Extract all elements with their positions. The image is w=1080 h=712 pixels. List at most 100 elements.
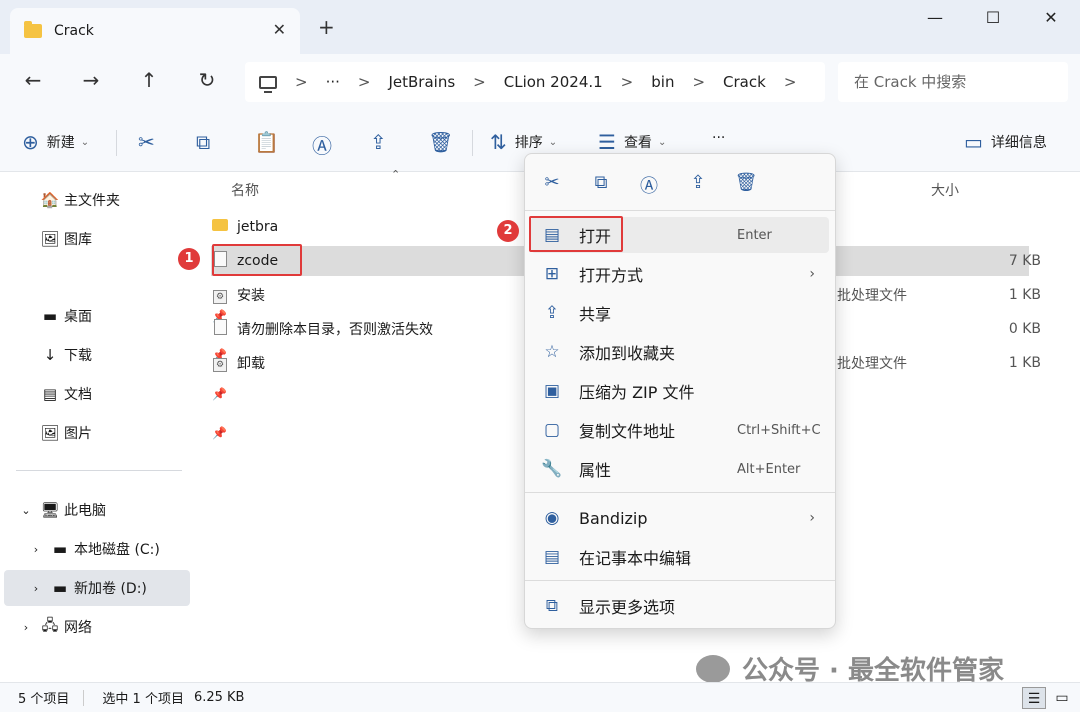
sidebar-item-label: 新加卷 (D:) [74,581,147,597]
desktop-icon: ▬ [42,307,58,325]
wrench-icon: 🔧 [541,459,563,479]
column-header-name[interactable]: 名称 [231,180,259,200]
cut-button[interactable]: ✂ [138,130,155,154]
chevron-right-icon: › [809,510,815,526]
close-button[interactable]: ✕ [1036,8,1066,27]
breadcrumb-bin[interactable]: bin [651,73,674,91]
sort-up-icon: ⌃ [391,168,401,181]
menu-item-bandizip[interactable]: ◉ Bandizip › [531,500,829,536]
menu-item-share[interactable]: ⇪ 共享 [531,295,829,331]
file-icon [211,319,229,339]
zip-icon: ▣ [543,381,561,401]
tiles-view-icon[interactable]: ▭ [1050,687,1074,709]
breadcrumb-jetbrains[interactable]: JetBrains [388,73,455,91]
highlight-box-open [529,216,623,252]
star-icon: ☆ [544,342,560,362]
search-input[interactable]: 在 Crack 中搜索 [838,62,1068,102]
tab-title: Crack [54,23,94,39]
divider [525,580,835,581]
menu-item-open-with[interactable]: ⊞ 打开方式 › [531,256,829,292]
breadcrumb-more[interactable]: ··· [326,73,340,91]
maximize-button[interactable]: ☐ [978,8,1008,27]
computer-icon: 🖥 [40,501,60,519]
breadcrumb-crack[interactable]: Crack [723,73,766,91]
file-name: jetbra [237,219,279,235]
menu-item-label: Bandizip [579,508,648,528]
trash-icon: 🗑 [428,130,454,154]
sidebar-item-label: 图库 [64,232,92,248]
item-count: 5 个项目 [18,692,70,707]
new-button[interactable]: ⊕ 新建 ⌄ [22,130,89,154]
chevron-right-icon: › [809,266,815,282]
trash-icon[interactable]: 🗑 [734,172,758,193]
scissors-icon[interactable]: ✂ [540,172,564,193]
back-button[interactable]: ← [18,68,48,92]
copy-icon[interactable]: ⧉ [589,172,613,193]
chevron-right-icon[interactable]: › [16,621,36,634]
open-with-icon: ⊞ [544,264,560,284]
details-view-icon[interactable]: ☰ [1022,687,1046,709]
sidebar-item-new-volume[interactable]: › ▬ 新加卷 (D:) [4,570,190,606]
chevron-right-icon[interactable]: › [26,582,46,595]
scissors-icon: ✂ [138,130,155,154]
sidebar-item-home[interactable]: 🏠 主文件夹 [40,185,120,215]
sidebar-item-documents[interactable]: ▤ 文档 📌 [40,379,227,409]
menu-item-add-favorites[interactable]: ☆ 添加到收藏夹 [531,334,829,370]
more-button[interactable]: ··· [712,130,725,146]
expand-icon: ⧉ [545,596,559,616]
breadcrumb-clion[interactable]: CLion 2024.1 [504,73,603,91]
details-pane-button[interactable]: ▭ 详细信息 [964,130,1047,154]
network-icon: 🖧 [41,615,59,634]
view-button[interactable]: ☰ 查看 ⌄ [598,130,666,154]
refresh-button[interactable]: ↻ [192,68,222,92]
sidebar-item-gallery[interactable]: 🖼 图库 [40,224,92,254]
breadcrumb-separator: > [692,73,706,91]
file-name: 安装 [237,288,265,304]
sidebar-item-this-pc[interactable]: ⌄ 🖥 此电脑 [16,495,106,525]
menu-item-edit-notepad[interactable]: ▤ 在记事本中编辑 [531,539,829,575]
rename-button[interactable]: Ⓐ [312,130,332,159]
column-header-size[interactable]: 大小 [931,180,959,200]
delete-button[interactable]: 🗑 [428,130,453,154]
chevron-right-icon[interactable]: › [26,543,46,556]
address-bar[interactable]: > ··· > JetBrains > CLion 2024.1 > bin >… [245,62,825,102]
rename-icon[interactable]: Ⓐ [637,172,661,198]
sidebar-item-label: 网络 [64,620,92,636]
menu-item-copy-path[interactable]: ▢ 复制文件地址 Ctrl+Shift+C [531,412,829,448]
menu-item-label: 在记事本中编辑 [579,549,692,568]
menu-item-properties[interactable]: 🔧 属性 Alt+Enter [531,451,829,487]
divider [472,130,473,156]
breadcrumb-separator: > [357,73,371,91]
sidebar-item-pictures[interactable]: 🖼 图片 📌 [40,418,226,448]
sidebar-item-network[interactable]: › 🖧 网络 [16,612,92,642]
file-type: 批处理文件 [837,356,907,372]
menu-item-label: 属性 [579,461,612,480]
share-icon[interactable]: ⇪ [686,172,710,193]
tab-crack[interactable]: Crack ✕ [10,8,300,54]
menu-item-more-options[interactable]: ⧉ 显示更多选项 [531,588,829,624]
sidebar-item-local-disk[interactable]: › ▬ 本地磁盘 (C:) [26,534,160,564]
tab-close-icon[interactable]: ✕ [273,20,286,39]
breadcrumb-separator: > [295,73,308,91]
copy-button[interactable]: ⧉ [196,130,210,154]
share-button[interactable]: ⇪ [370,130,387,154]
menu-item-compress-zip[interactable]: ▣ 压缩为 ZIP 文件 [531,373,829,409]
document-icon: ▤ [42,385,58,403]
forward-button[interactable]: → [76,68,106,92]
sidebar-item-label: 桌面 [64,309,92,325]
menu-item-label: 复制文件地址 [579,422,676,441]
new-tab-button[interactable]: + [318,15,335,39]
sidebar-item-label: 图片 [64,426,92,442]
minimize-button[interactable]: — [920,8,950,27]
more-label: ··· [712,130,726,146]
paste-button[interactable]: 📋 [254,130,279,154]
sidebar-item-downloads[interactable]: ↓ 下载 📌 [40,340,227,370]
chevron-down-icon[interactable]: ⌄ [16,504,36,517]
up-button[interactable]: ↑ [134,68,164,92]
sidebar-item-desktop[interactable]: ▬ 桌面 📌 [40,301,227,331]
divider [116,130,117,156]
home-icon: 🏠 [40,191,60,209]
shortcut: Alt+Enter [737,461,801,477]
divider [525,492,835,493]
sort-button[interactable]: ⇅ 排序 ⌄ [490,130,557,154]
